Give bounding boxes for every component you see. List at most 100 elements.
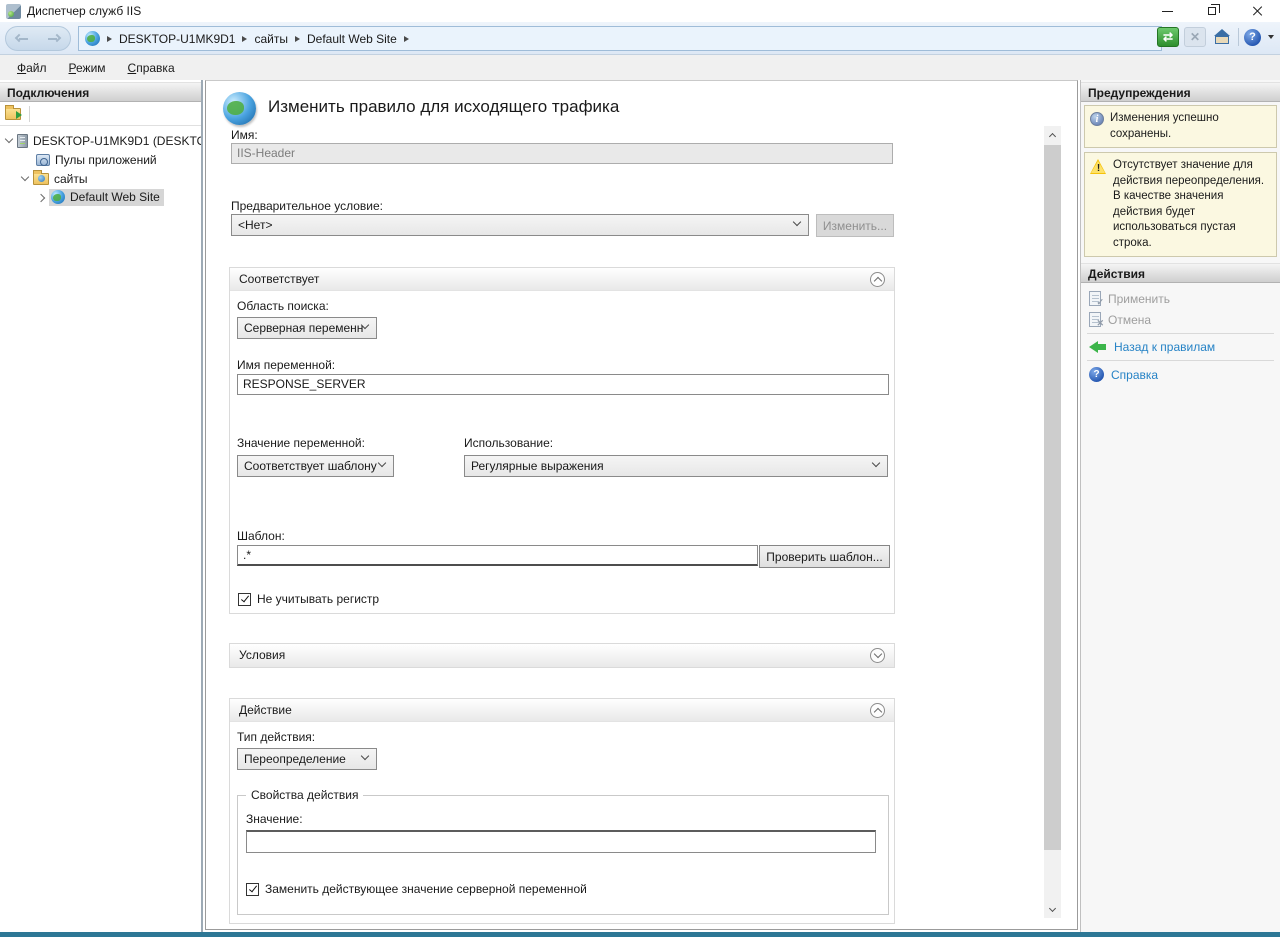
page-globe-icon bbox=[223, 92, 256, 125]
scroll-down-button[interactable] bbox=[1044, 901, 1061, 918]
breadcrumb-arrow-icon bbox=[295, 36, 300, 42]
breadcrumb-arrow-icon bbox=[242, 36, 247, 42]
help-dropdown-caret-icon[interactable] bbox=[1268, 35, 1274, 39]
ignore-case-checkbox[interactable] bbox=[238, 593, 251, 606]
chevron-down-icon bbox=[872, 459, 880, 467]
ignore-case-label: Не учитывать регистр bbox=[257, 592, 379, 606]
tree-item-label: Default Web Site bbox=[70, 190, 160, 204]
apply-action[interactable]: ✓ Применить bbox=[1081, 288, 1280, 309]
using-select[interactable]: Регулярные выражения bbox=[464, 455, 888, 477]
breadcrumb: DESKTOP-U1MK9D1 сайты Default Web Site bbox=[78, 26, 1162, 51]
help-action[interactable]: ? Справка bbox=[1081, 364, 1280, 385]
scrollbar-thumb[interactable] bbox=[1044, 145, 1061, 850]
toolbar-separator bbox=[1238, 28, 1239, 46]
variable-value-label: Значение переменной: bbox=[237, 436, 365, 450]
tree-item-app-pools[interactable]: Пулы приложений bbox=[0, 150, 201, 169]
help-icon: ? bbox=[1089, 367, 1104, 382]
check-icon bbox=[248, 884, 256, 893]
server-icon bbox=[17, 134, 28, 148]
breadcrumb-server[interactable]: DESKTOP-U1MK9D1 bbox=[119, 32, 235, 46]
tree-item-label: сайты bbox=[54, 172, 88, 186]
precondition-label: Предварительное условие: bbox=[231, 199, 383, 213]
match-section-header[interactable]: Соответствует bbox=[230, 268, 894, 291]
precondition-select[interactable]: <Нет> bbox=[231, 214, 809, 236]
match-section: Соответствует Область поиска: Серверная … bbox=[229, 267, 895, 614]
variable-name-input[interactable]: RESPONSE_SERVER bbox=[237, 374, 889, 395]
breadcrumb-default-web-site[interactable]: Default Web Site bbox=[307, 32, 397, 46]
expand-section-button[interactable] bbox=[870, 648, 885, 663]
breadcrumb-sites[interactable]: сайты bbox=[254, 32, 288, 46]
minimize-button[interactable] bbox=[1145, 0, 1190, 22]
menu-bar: Файл Режим Справка bbox=[0, 55, 1280, 80]
tree-item-sites[interactable]: сайты bbox=[0, 169, 201, 188]
vertical-scrollbar[interactable] bbox=[1044, 126, 1061, 918]
actions-list: ✓ Применить ✕ Отмена Назад к правилам ? … bbox=[1081, 283, 1280, 385]
scroll-up-button[interactable] bbox=[1044, 126, 1061, 143]
check-icon bbox=[240, 594, 248, 603]
value-label: Значение: bbox=[246, 812, 303, 826]
tree-item-default-web-site[interactable]: Default Web Site bbox=[0, 188, 201, 207]
menu-help[interactable]: Справка bbox=[119, 58, 184, 78]
application-pools-icon bbox=[36, 154, 50, 166]
chevron-down-icon bbox=[793, 218, 801, 226]
save-connection-icon[interactable] bbox=[5, 108, 21, 120]
action-type-label: Тип действия: bbox=[237, 730, 315, 744]
back-arrow-icon bbox=[1089, 341, 1107, 353]
alert-warning: ! Отсутствует значение для действия пере… bbox=[1084, 152, 1277, 257]
action-properties-group: Свойства действия Значение: Заменить дей… bbox=[237, 795, 889, 915]
tree-expand-icon[interactable] bbox=[5, 135, 13, 143]
value-input[interactable] bbox=[246, 830, 876, 853]
conditions-section: Условия bbox=[229, 643, 895, 668]
matching-scope-label: Область поиска: bbox=[237, 299, 329, 313]
toolbar-separator bbox=[29, 106, 30, 122]
refresh-button[interactable]: ⇄ bbox=[1157, 27, 1179, 47]
restore-button[interactable] bbox=[1190, 0, 1235, 22]
window-bottom-border bbox=[0, 932, 1280, 937]
action-section-header[interactable]: Действие bbox=[230, 699, 894, 722]
tree-collapse-icon[interactable] bbox=[37, 193, 45, 201]
tree-item-server[interactable]: DESKTOP-U1MK9D1 (DESKTO bbox=[0, 131, 201, 150]
action-type-select[interactable]: Переопределение bbox=[237, 748, 377, 770]
using-label: Использование: bbox=[464, 436, 553, 450]
alerts-list: i Изменения успешно сохранены. ! Отсутст… bbox=[1081, 102, 1280, 257]
iis-app-icon bbox=[6, 4, 21, 19]
breadcrumb-arrow-icon bbox=[404, 36, 409, 42]
replace-value-checkbox[interactable] bbox=[246, 883, 259, 896]
menu-file[interactable]: Файл bbox=[8, 58, 56, 78]
cancel-action[interactable]: ✕ Отмена bbox=[1081, 309, 1280, 330]
apply-icon: ✓ bbox=[1089, 291, 1101, 306]
variable-value-select[interactable]: Соответствует шаблону bbox=[237, 455, 394, 477]
tree-item-label: Пулы приложений bbox=[55, 153, 157, 167]
help-button[interactable]: ? bbox=[1244, 29, 1261, 46]
home-button[interactable] bbox=[1211, 27, 1233, 47]
pattern-input[interactable]: .* bbox=[237, 545, 758, 566]
pattern-label: Шаблон: bbox=[237, 529, 285, 543]
alert-text: Отсутствует значение для действия переоп… bbox=[1113, 158, 1273, 251]
stop-button[interactable]: ✕ bbox=[1184, 27, 1206, 47]
ignore-case-checkbox-row[interactable]: Не учитывать регистр bbox=[238, 592, 379, 606]
chevron-up-icon bbox=[873, 708, 881, 716]
forward-button[interactable] bbox=[46, 34, 62, 44]
tree-item-label: DESKTOP-U1MK9D1 (DESKTO bbox=[33, 134, 201, 148]
close-button[interactable] bbox=[1235, 0, 1280, 22]
conditions-section-header[interactable]: Условия bbox=[230, 644, 894, 667]
menu-view[interactable]: Режим bbox=[60, 58, 115, 78]
test-pattern-button[interactable]: Проверить шаблон... bbox=[759, 545, 890, 568]
restore-icon bbox=[1208, 7, 1216, 15]
matching-scope-select[interactable]: Серверная переменн bbox=[237, 317, 377, 339]
chevron-down-icon bbox=[361, 752, 369, 760]
action-section: Действие Тип действия: Переопределение С… bbox=[229, 698, 895, 924]
title-bar: Диспетчер служб IIS bbox=[0, 0, 1280, 22]
replace-value-checkbox-row[interactable]: Заменить действующее значение серверной … bbox=[246, 882, 587, 896]
edit-precondition-button[interactable]: Изменить... bbox=[816, 214, 894, 237]
breadcrumb-arrow-icon bbox=[107, 36, 112, 42]
sites-folder-icon bbox=[33, 173, 49, 185]
back-to-rules-action[interactable]: Назад к правилам bbox=[1081, 337, 1280, 357]
collapse-section-button[interactable] bbox=[870, 272, 885, 287]
chevron-down-icon bbox=[1049, 904, 1056, 911]
info-icon: i bbox=[1090, 112, 1104, 126]
tree-expand-icon[interactable] bbox=[21, 173, 29, 181]
collapse-section-button[interactable] bbox=[870, 703, 885, 718]
back-button[interactable] bbox=[14, 34, 30, 44]
alert-info: i Изменения успешно сохранены. bbox=[1084, 105, 1277, 148]
